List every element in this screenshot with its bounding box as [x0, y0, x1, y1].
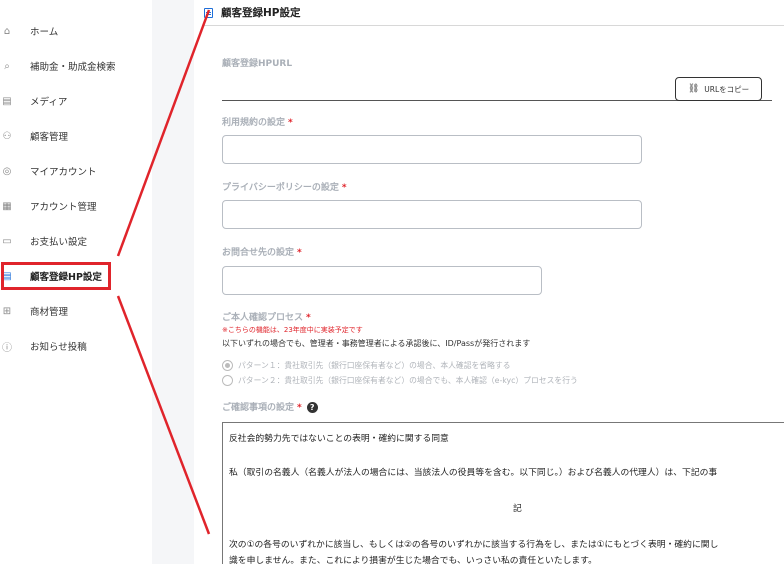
- sidebar-item-account-manage[interactable]: ▦ アカウント管理: [0, 191, 152, 221]
- pattern1-radio[interactable]: パターン１：貴社取引先（銀行口座保有者など）の場合、本人確認を省略する: [222, 360, 511, 371]
- sidebar-item-customers[interactable]: ⚇ 顧客管理: [0, 121, 152, 151]
- sidebar-item-label: アカウント管理: [30, 202, 97, 213]
- identity-label: ご本人確認プロセス *: [222, 310, 311, 323]
- confirm-label-text: ご確認事項の設定: [222, 403, 295, 413]
- required-mark: *: [341, 183, 347, 193]
- required-mark: *: [288, 118, 293, 128]
- sidebar-item-label: マイアカウント: [30, 167, 97, 178]
- sidebar-item-news-post[interactable]: ⓘ お知らせ投稿: [0, 331, 152, 361]
- contact-input[interactable]: [222, 266, 542, 295]
- privacy-input[interactable]: [222, 200, 642, 229]
- url-label: 顧客登録HPURL: [222, 56, 292, 69]
- page-title: 顧客登録HP設定: [221, 7, 301, 19]
- sidebar-item-payment[interactable]: ▭ お支払い設定: [0, 226, 152, 256]
- required-mark: *: [297, 248, 302, 258]
- terms-label-text: 利用規約の設定: [222, 118, 286, 128]
- identity-notice: ※こちらの機能は、23年度中に実装予定です: [222, 326, 363, 334]
- page-header: 顧客登録HP設定: [204, 0, 784, 26]
- sidebar-item-label: お支払い設定: [30, 237, 88, 248]
- confirm-text-line: 反社会的勢力先ではないことの表明・確約に関する同意: [229, 434, 449, 444]
- sidebar-item-label: ホーム: [30, 27, 59, 38]
- sidebar-item-subsidy-search[interactable]: ⌕ 補助金・助成金検索: [0, 51, 152, 81]
- terms-input[interactable]: [222, 135, 642, 164]
- copy-url-button-label: URLをコピー: [704, 84, 750, 94]
- contact-label: お問合せ先の設定 *: [222, 245, 302, 258]
- help-icon[interactable]: ?: [306, 402, 318, 413]
- radio-checked-icon: [222, 360, 233, 371]
- confirm-textarea[interactable]: 反社会的勢力先ではないことの表明・確約に関する同意 私（取引の名義人（名義人が法…: [222, 422, 784, 564]
- sidebar-item-label: お知らせ投稿: [30, 342, 87, 353]
- account-icon: ◎: [2, 165, 12, 177]
- info-icon: ⓘ: [2, 342, 12, 354]
- customer-icon: ⚇: [2, 130, 12, 142]
- link-icon: ⛓: [687, 84, 700, 94]
- sidebar: ⌂ ホーム ⌕ 補助金・助成金検索 ▤ メディア ⚇ 顧客管理 ◎ マイアカウン…: [0, 0, 152, 564]
- privacy-label: プライバシーポリシーの設定 *: [222, 180, 347, 193]
- privacy-label-text: プライバシーポリシーの設定: [222, 183, 339, 193]
- sidebar-item-label: メディア: [30, 97, 68, 108]
- confirm-text-line: 次の①の各号のいずれかに該当し、もしくは②の各号のいずれかに該当する行為をし、ま…: [229, 540, 719, 550]
- copy-url-button[interactable]: ⛓ URLをコピー: [675, 77, 762, 101]
- gift-icon: ⊞: [2, 305, 12, 317]
- gutter: [152, 0, 194, 564]
- sidebar-item-label: 顧客管理: [30, 132, 69, 143]
- confirm-text-line: 私（取引の名義人（名義人が法人の場合には、当該法人の役員等を含む。以下同じ。）お…: [229, 468, 718, 478]
- confirm-text-line: 記: [513, 504, 522, 514]
- annotation-highlight-box: [1, 262, 111, 290]
- payment-icon: ▭: [2, 235, 12, 247]
- home-icon: ⌂: [3, 25, 11, 37]
- account-manage-icon: ▦: [2, 200, 12, 212]
- confirm-label: ご確認事項の設定 *?: [222, 400, 318, 413]
- sidebar-item-media[interactable]: ▤ メディア: [0, 86, 152, 116]
- media-icon: ▤: [2, 95, 12, 107]
- terms-label: 利用規約の設定 *: [222, 115, 293, 128]
- required-mark: *: [297, 403, 302, 413]
- identity-label-text: ご本人確認プロセス: [222, 313, 304, 323]
- sidebar-item-products[interactable]: ⊞ 商材管理: [0, 296, 152, 326]
- pattern2-radio[interactable]: パターン２：貴社取引先（銀行口座保有者など）の場合でも、本人確認（e-kyc）プ…: [222, 375, 578, 386]
- sidebar-item-label: 商材管理: [30, 307, 69, 318]
- main-content: 顧客登録HP設定 顧客登録HPURL ⛓ URLをコピー 利用規約の設定 * プラ…: [194, 0, 784, 564]
- sidebar-item-label: 補助金・助成金検索: [30, 62, 116, 73]
- pattern1-label: パターン１：貴社取引先（銀行口座保有者など）の場合、本人確認を省略する: [238, 361, 511, 370]
- document-icon: [204, 7, 213, 18]
- url-label-text: 顧客登録HPURL: [222, 59, 293, 69]
- radio-unchecked-icon: [222, 375, 233, 386]
- required-mark: *: [306, 313, 311, 323]
- identity-description: 以下いずれの場合でも、管理者・事務管理者による承認後に、ID/Passが発行され…: [222, 339, 531, 348]
- sidebar-item-my-account[interactable]: ◎ マイアカウント: [0, 156, 152, 186]
- confirm-text-line: 識を申しません。また、これにより損害が生じた場合でも、いっさい私の責任といたしま…: [229, 556, 597, 564]
- sidebar-item-home[interactable]: ⌂ ホーム: [0, 16, 152, 46]
- search-icon: ⌕: [4, 60, 10, 72]
- pattern2-label: パターン２：貴社取引先（銀行口座保有者など）の場合でも、本人確認（e-kyc）プ…: [238, 376, 578, 385]
- contact-label-text: お問合せ先の設定: [222, 248, 295, 258]
